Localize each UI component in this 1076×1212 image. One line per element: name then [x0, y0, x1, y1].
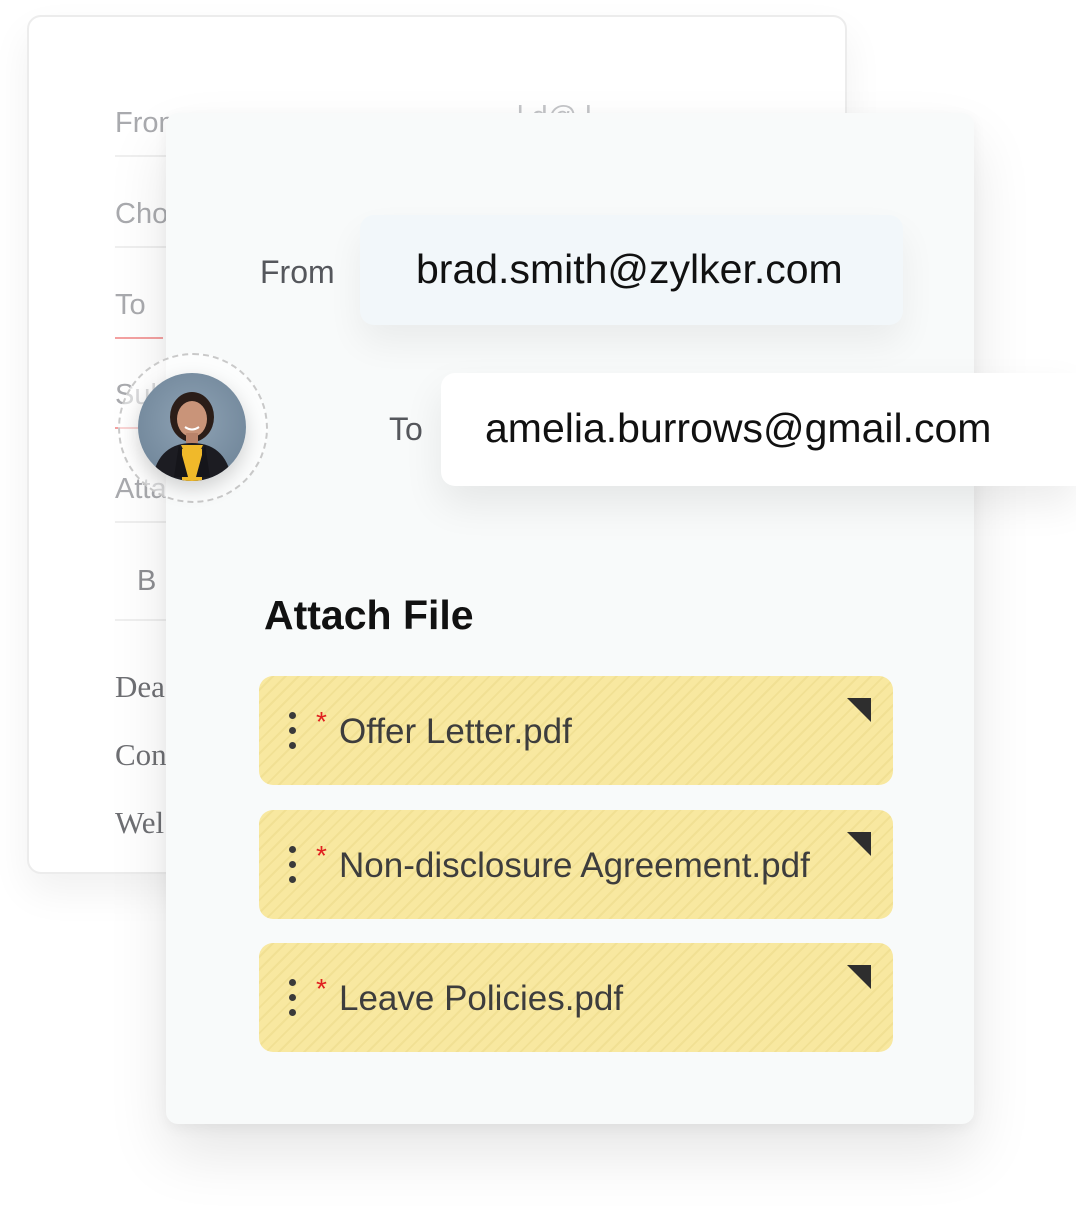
- corner-fold-icon: [847, 832, 871, 856]
- attachment-item[interactable]: * Non-disclosure Agreement.pdf: [259, 810, 893, 919]
- attachment-name: Non-disclosure Agreement.pdf: [339, 846, 810, 885]
- to-field[interactable]: amelia.burrows@gmail.com: [441, 373, 1076, 486]
- corner-fold-icon: [847, 698, 871, 722]
- attachment-name: Offer Letter.pdf: [339, 712, 572, 751]
- required-marker: *: [316, 840, 327, 871]
- drag-handle-icon[interactable]: [289, 846, 297, 884]
- required-marker: *: [316, 973, 327, 1004]
- to-label: To: [389, 411, 423, 447]
- drag-handle-icon[interactable]: [289, 712, 297, 750]
- corner-fold-icon: [847, 965, 871, 989]
- active-underline: [115, 337, 163, 339]
- bg-body-line-3: Wel: [115, 805, 165, 840]
- attachment-item[interactable]: * Leave Policies.pdf: [259, 943, 893, 1052]
- avatar[interactable]: [138, 373, 246, 481]
- composer-stage: From l d@ l Cho To Sub Atta B Dea Con We…: [0, 0, 1076, 1212]
- from-field[interactable]: brad.smith@zylker.com: [360, 215, 903, 325]
- attachment-name: Leave Policies.pdf: [339, 979, 624, 1018]
- attachment-item[interactable]: * Offer Letter.pdf: [259, 676, 893, 785]
- bg-to-label: To: [115, 289, 146, 321]
- bg-choose-label: Cho: [115, 198, 169, 230]
- bg-body-line-2: Con: [115, 737, 167, 772]
- to-email-value: amelia.burrows@gmail.com: [485, 405, 992, 451]
- drag-handle-icon[interactable]: [289, 979, 297, 1017]
- bold-button[interactable]: B: [137, 565, 156, 598]
- from-label: From: [260, 254, 335, 290]
- person-icon: [152, 392, 232, 481]
- bg-body-line-1: Dea: [115, 669, 165, 704]
- attach-file-heading: Attach File: [264, 592, 474, 638]
- from-email-value: brad.smith@zylker.com: [416, 246, 843, 292]
- required-marker: *: [316, 706, 327, 737]
